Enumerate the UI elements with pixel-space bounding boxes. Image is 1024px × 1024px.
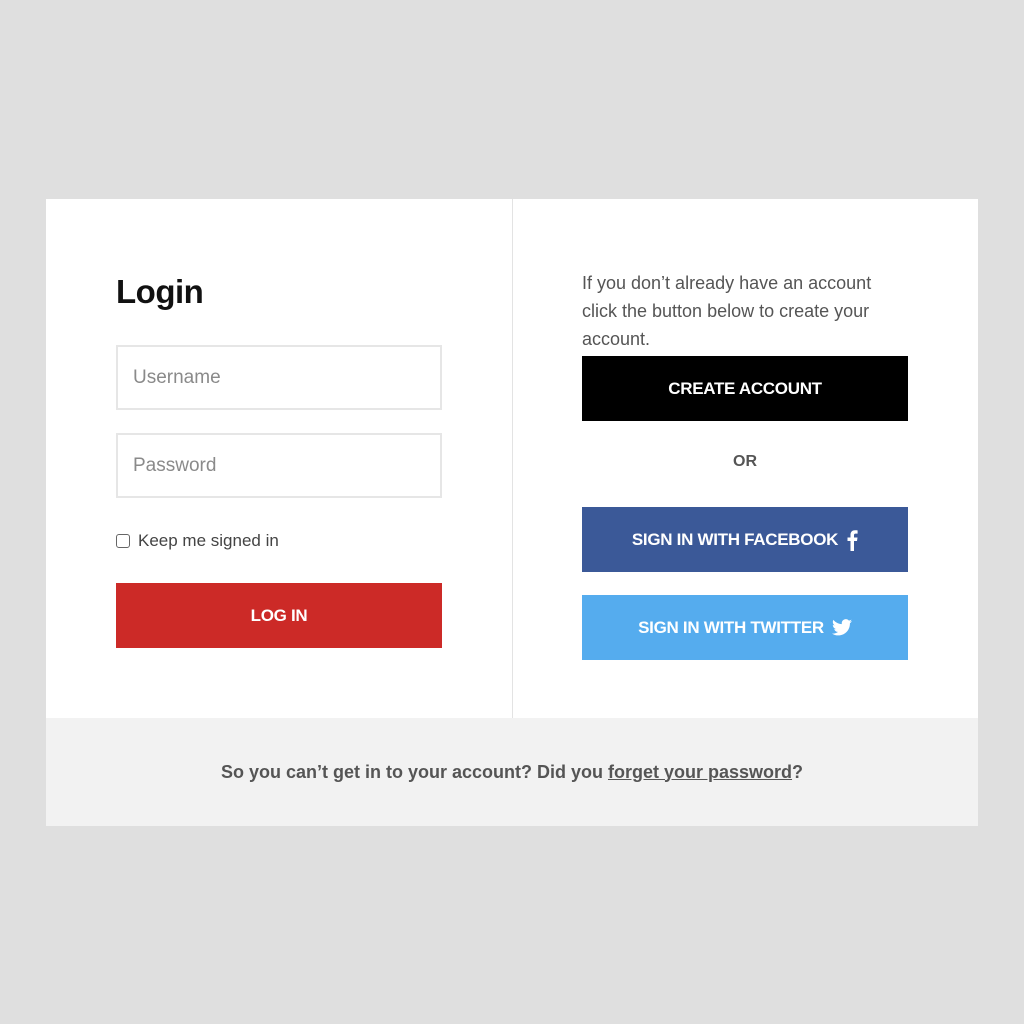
keep-signed-in-row[interactable]: Keep me signed in [116, 529, 279, 553]
login-button-label: LOG IN [250, 605, 308, 625]
signup-description: If you don’t already have an account cli… [582, 273, 872, 349]
login-card: Login Keep me signed in LOG IN If you do… [46, 199, 978, 826]
twitter-icon [831, 619, 852, 636]
footer-text-before: So you can’t get in to your account? Did… [220, 761, 608, 782]
keep-signed-in-label: Keep me signed in [138, 531, 279, 550]
create-account-label: CREATE ACCOUNT [668, 378, 822, 398]
login-panels: Login Keep me signed in LOG IN If you do… [46, 199, 978, 718]
password-input[interactable] [116, 433, 442, 498]
facebook-signin-button[interactable]: SIGN IN WITH FACEBOOK [582, 507, 908, 572]
twitter-signin-label: SIGN IN WITH TWITTER [638, 617, 824, 637]
twitter-signin-button[interactable]: SIGN IN WITH TWITTER [582, 595, 908, 660]
keep-signed-in-checkbox[interactable] [116, 534, 130, 548]
login-title: Login [116, 273, 204, 310]
footer-text-after: ? [792, 761, 804, 782]
facebook-icon [846, 529, 858, 551]
forgot-password-link[interactable]: forget your password [608, 762, 792, 782]
create-account-button[interactable]: CREATE ACCOUNT [582, 356, 908, 421]
footer-text: So you can’t get in to your account? Did… [221, 762, 803, 783]
username-input[interactable] [116, 345, 442, 410]
signup-panel: If you don’t already have an account cli… [582, 199, 908, 718]
or-separator: OR [733, 453, 757, 470]
login-panel: Login Keep me signed in LOG IN [116, 199, 442, 718]
panel-divider [512, 199, 513, 718]
facebook-signin-label: SIGN IN WITH FACEBOOK [631, 529, 839, 549]
login-button[interactable]: LOG IN [116, 583, 442, 648]
forgot-password-footer: So you can’t get in to your account? Did… [46, 718, 978, 826]
